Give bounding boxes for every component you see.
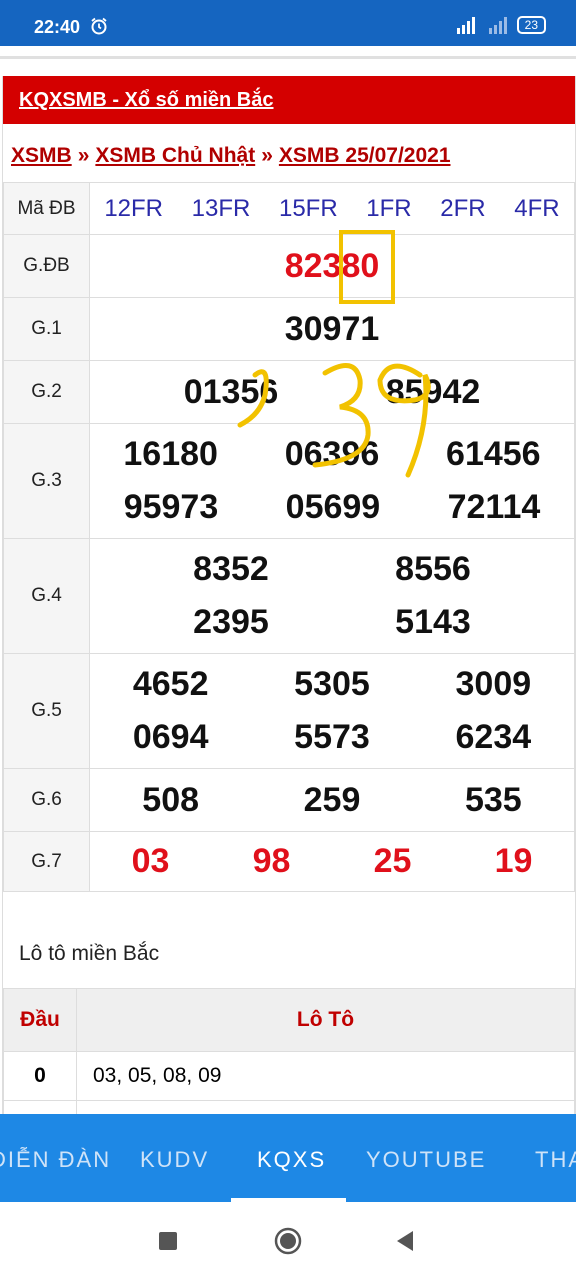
signal-2-icon: [488, 17, 507, 34]
prize-number: 16180: [123, 435, 218, 473]
row-g1: G.1 30971: [3, 297, 575, 361]
page-title[interactable]: KQXSMB - Xổ số miền Bắc: [19, 89, 274, 112]
handwritten-annotation: [237, 363, 431, 478]
row-g7: G.7 03 98 25 19: [3, 831, 575, 892]
divider: [0, 56, 576, 59]
label-ma-db: Mã ĐB: [3, 182, 90, 235]
ma-db-code: 4FR: [514, 194, 560, 222]
ma-db-code: 1FR: [366, 194, 412, 222]
results-card: KQXSMB - Xổ số miền Bắc XSMB» XSMB Chủ Nh…: [2, 76, 576, 1150]
breadcrumb-separator: »: [261, 144, 273, 167]
prize-number: 8352: [193, 550, 269, 588]
loto-col-dau: Đầu: [3, 988, 77, 1052]
prize-number: 98: [252, 842, 291, 880]
label-g3: G.3: [3, 423, 90, 539]
prize-number: 5143: [395, 603, 471, 641]
recents-icon[interactable]: [159, 1232, 177, 1250]
row-gdb: G.ĐB 82380: [3, 234, 575, 298]
tab-kqxs[interactable]: KQXS: [257, 1147, 326, 1173]
status-time: 22:40: [34, 17, 81, 37]
table-row: 0 03, 05, 08, 09: [3, 1051, 575, 1101]
prize-number: 30971: [284, 309, 380, 348]
row-ma-db: Mã ĐB 12FR 13FR 15FR 1FR 2FR 4FR: [3, 182, 575, 235]
prize-number: 0694: [132, 718, 209, 756]
label-g6: G.6: [3, 768, 90, 832]
tab-youtube[interactable]: YOUTUBE: [366, 1147, 486, 1173]
ma-db-code: 12FR: [104, 194, 163, 222]
results-table: Mã ĐB 12FR 13FR 15FR 1FR 2FR 4FR G.ĐB 82…: [3, 182, 575, 892]
label-g5: G.5: [3, 653, 90, 769]
loto-values: 03, 05, 08, 09: [76, 1051, 575, 1101]
prize-number: 259: [303, 780, 361, 819]
prize-number: 4652: [132, 665, 209, 703]
ma-db-code: 15FR: [278, 194, 338, 222]
breadcrumb-chu-nhat[interactable]: XSMB Chủ Nhật: [95, 144, 255, 167]
loto-header-row: Đầu Lô Tô: [3, 988, 575, 1052]
label-g7: G.7: [3, 831, 90, 892]
loto-dau: 0: [3, 1051, 77, 1101]
tab-kudv[interactable]: KUDV: [140, 1147, 209, 1173]
alarm-icon: [91, 17, 107, 35]
back-icon[interactable]: [395, 1230, 415, 1252]
system-nav-bar: [0, 1202, 576, 1280]
battery-icon: 23: [516, 16, 546, 34]
tab-dien-dan[interactable]: DIỄN ĐÀN: [0, 1147, 111, 1173]
prize-number: 72114: [447, 488, 541, 526]
bottom-tab-bar: DIỄN ĐÀN KUDV KQXS YOUTUBE THA: [0, 1114, 576, 1202]
prize-number: 3009: [455, 665, 532, 703]
status-icons: 23: [451, 14, 546, 36]
label-g1: G.1: [3, 297, 90, 361]
label-g2: G.2: [3, 360, 90, 424]
status-bar: 22:40 23: [0, 0, 576, 46]
breadcrumb-date[interactable]: XSMB 25/07/2021: [279, 144, 451, 167]
prize-number: 508: [142, 780, 200, 819]
ma-db-code: 2FR: [440, 194, 486, 222]
breadcrumb-xsmb[interactable]: XSMB: [11, 144, 72, 167]
tab-tha[interactable]: THA: [535, 1147, 576, 1173]
page-header: KQXSMB - Xổ số miền Bắc: [3, 76, 575, 124]
loto-col-loto: Lô Tô: [76, 988, 575, 1052]
prize-number: 19: [494, 842, 533, 880]
label-g4: G.4: [3, 538, 90, 654]
prize-number: 95973: [123, 488, 219, 526]
prize-number: 5573: [294, 718, 370, 756]
label-gdb: G.ĐB: [3, 234, 90, 298]
prize-number: 25: [373, 842, 412, 880]
loto-title: Lô tô miền Bắc: [19, 942, 160, 965]
row-g6: G.6 508 259 535: [3, 768, 575, 832]
prize-number: 535: [464, 780, 522, 819]
prize-number: 2395: [193, 603, 269, 641]
prize-number: 5305: [294, 665, 370, 703]
breadcrumb: XSMB» XSMB Chủ Nhật» XSMB 25/07/2021: [11, 144, 451, 168]
prize-number: 8556: [395, 550, 471, 588]
prize-number: 6234: [455, 718, 532, 756]
signal-icon: [456, 17, 475, 34]
ma-db-code: 13FR: [191, 194, 251, 222]
prize-number: 61456: [446, 435, 541, 473]
home-icon[interactable]: [274, 1227, 302, 1255]
highlight-box: [339, 230, 395, 304]
breadcrumb-separator: »: [77, 144, 90, 167]
prize-number: 03: [131, 842, 170, 880]
row-g5: G.5 4652 5305 3009 0694 5573 6234: [3, 653, 575, 769]
row-g4: G.4 8352 8556 2395 5143: [3, 538, 575, 654]
